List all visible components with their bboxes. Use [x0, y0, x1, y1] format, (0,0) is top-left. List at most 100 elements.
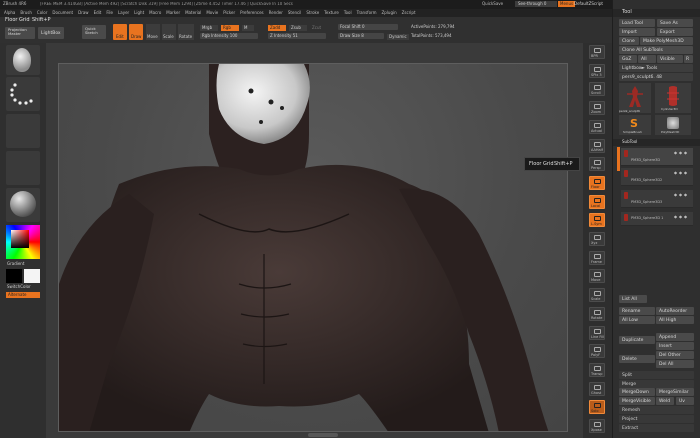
- see-through-slider[interactable]: See-through 0: [515, 1, 557, 7]
- zoom-button[interactable]: Zoom: [589, 101, 605, 116]
- merge-section[interactable]: Merge: [619, 380, 694, 388]
- menu-tool[interactable]: Tool: [344, 11, 352, 15]
- mrgb-button[interactable]: Mrgb: [200, 25, 218, 31]
- rotate-button[interactable]: Rotate: [178, 24, 194, 40]
- move-button[interactable]: Move: [146, 24, 160, 40]
- menu-preferences[interactable]: Preferences: [240, 11, 264, 15]
- goz-button[interactable]: GoZ: [619, 55, 637, 63]
- draw-size-slider[interactable]: Draw Size 8: [338, 33, 384, 39]
- aahalf-button[interactable]: AAHalf: [589, 138, 605, 153]
- default-zscript-button[interactable]: DefaultZScript: [574, 2, 603, 6]
- focal-shift-slider[interactable]: Focal Shift 0: [338, 24, 398, 30]
- rgb-intensity-slider[interactable]: Rgb Intensity 100: [200, 33, 258, 39]
- alternate-button[interactable]: Alternate: [6, 292, 40, 298]
- subtool-item[interactable]: PM3D_Sphere3D: [621, 148, 693, 166]
- subtool-header[interactable]: SubTool: [613, 139, 700, 146]
- menu-draw[interactable]: Draw: [78, 11, 88, 15]
- menu-stroke[interactable]: Stroke: [306, 11, 319, 15]
- secondary-color-swatch[interactable]: [24, 269, 40, 283]
- menus-button[interactable]: Menus: [558, 1, 576, 7]
- split-section[interactable]: Split: [619, 371, 694, 379]
- clone-all-subtools-button[interactable]: Clone All SubTools: [619, 46, 693, 54]
- menu-movie[interactable]: Movie: [206, 11, 218, 15]
- frame-button[interactable]: Frame: [589, 250, 605, 265]
- texture-thumbnail[interactable]: [6, 151, 40, 185]
- project-section[interactable]: Project: [619, 415, 694, 423]
- scroll-button[interactable]: Scroll: [589, 82, 605, 97]
- extract-section[interactable]: Extract: [619, 424, 694, 432]
- menu-macro[interactable]: Macro: [149, 11, 161, 15]
- zsub-button[interactable]: Zsub: [289, 25, 307, 31]
- alpha-thumbnail[interactable]: [6, 114, 40, 148]
- menu-stencil[interactable]: Stencil: [288, 11, 302, 15]
- goz-r-button[interactable]: R: [684, 55, 693, 63]
- rotate-button[interactable]: Rotate: [589, 306, 605, 321]
- all-low-button[interactable]: All Low: [619, 316, 655, 324]
- goz-all-button[interactable]: All: [638, 55, 656, 63]
- menu-transform[interactable]: Transform: [357, 11, 377, 15]
- tool-thumb-cylinder[interactable]: Cylinder3D: [655, 83, 691, 113]
- menu-picker[interactable]: Picker: [223, 11, 235, 15]
- menu-texture[interactable]: Texture: [324, 11, 339, 15]
- persp-button[interactable]: Persp: [589, 157, 605, 172]
- menu-brush[interactable]: Brush: [20, 11, 32, 15]
- material-thumbnail[interactable]: [6, 188, 40, 222]
- horizontal-scrollbar[interactable]: [308, 433, 338, 437]
- save-as-button[interactable]: Save As: [657, 19, 693, 27]
- local-button[interactable]: Local: [589, 194, 605, 209]
- m-button[interactable]: M: [242, 25, 254, 31]
- load-tool-button[interactable]: Load Tool: [619, 19, 655, 27]
- stroke-thumbnail[interactable]: [6, 77, 40, 111]
- transp-button[interactable]: Transp: [589, 362, 605, 377]
- insert-button[interactable]: Insert: [656, 342, 694, 350]
- gradient-toggle[interactable]: Gradient: [7, 262, 24, 266]
- make-polymesh-button[interactable]: Make PolyMesh3D: [640, 37, 693, 45]
- menu-edit[interactable]: Edit: [94, 11, 102, 15]
- weld-button[interactable]: Weld: [656, 397, 674, 405]
- menu-document[interactable]: Document: [52, 11, 73, 15]
- subtool-scrollbar[interactable]: [617, 147, 620, 171]
- subtool-visibility-icon[interactable]: [673, 171, 687, 175]
- menu-alpha[interactable]: Alpha: [4, 11, 15, 15]
- subtool-visibility-icon[interactable]: [673, 151, 687, 155]
- merge-down-button[interactable]: MergeDown: [619, 388, 655, 396]
- subtool-item[interactable]: PM3D_Sphere3D 1: [621, 212, 693, 226]
- menu-layer[interactable]: Layer: [118, 11, 129, 15]
- merge-similar-button[interactable]: MergeSimilar: [656, 388, 694, 396]
- duplicate-button[interactable]: Duplicate: [619, 336, 655, 344]
- zadd-button[interactable]: Zadd: [268, 25, 286, 31]
- delete-button[interactable]: Delete: [619, 355, 655, 363]
- tool-thumb-simplebrush[interactable]: S SimpleBrush: [619, 115, 651, 135]
- color-picker-square[interactable]: [11, 230, 29, 248]
- switch-color-button[interactable]: SwitchColor: [7, 285, 31, 289]
- quicksave-button[interactable]: QuickSave: [482, 2, 503, 6]
- menu-render[interactable]: Render: [269, 11, 283, 15]
- bpr-button[interactable]: BPR: [589, 45, 605, 59]
- append-button[interactable]: Append: [656, 333, 694, 341]
- uv-button[interactable]: Uv: [676, 397, 694, 405]
- tool-thumb-main[interactable]: pers9_sculpt6: [619, 83, 651, 113]
- xpose-button[interactable]: Xpose: [589, 419, 605, 433]
- rename-button[interactable]: Rename: [619, 307, 655, 315]
- subtool-item[interactable]: PM3D_Sphere3D3: [621, 190, 693, 208]
- menu-color[interactable]: Color: [37, 11, 47, 15]
- del-all-button[interactable]: Del All: [656, 360, 694, 368]
- polyf-button[interactable]: PolyF: [589, 344, 605, 359]
- subtool-item[interactable]: PM3D_Sphere3D2: [621, 168, 693, 186]
- quick-sketch-button[interactable]: Quick Sketch: [82, 25, 106, 39]
- menu-material[interactable]: Material: [185, 11, 201, 15]
- zcut-button[interactable]: Zcut: [310, 25, 326, 31]
- scale-button[interactable]: Scale: [589, 288, 605, 303]
- subtool-visibility-icon[interactable]: [673, 215, 687, 219]
- list-all-button[interactable]: List All: [619, 295, 647, 303]
- spix-button[interactable]: SPix 3: [589, 63, 605, 78]
- figure-sculpt[interactable]: [59, 64, 568, 432]
- export-button[interactable]: Export: [657, 28, 693, 36]
- goz-visible-button[interactable]: Visible: [657, 55, 683, 63]
- menu-zscript[interactable]: Zscript: [402, 11, 416, 15]
- all-high-button[interactable]: All High: [656, 316, 694, 324]
- z-intensity-slider[interactable]: Z Intensity 51: [268, 33, 326, 39]
- xyz-button[interactable]: Xyz: [589, 232, 605, 246]
- lightbox-button[interactable]: LightBox: [38, 27, 64, 39]
- actual-button[interactable]: Actual: [589, 119, 605, 134]
